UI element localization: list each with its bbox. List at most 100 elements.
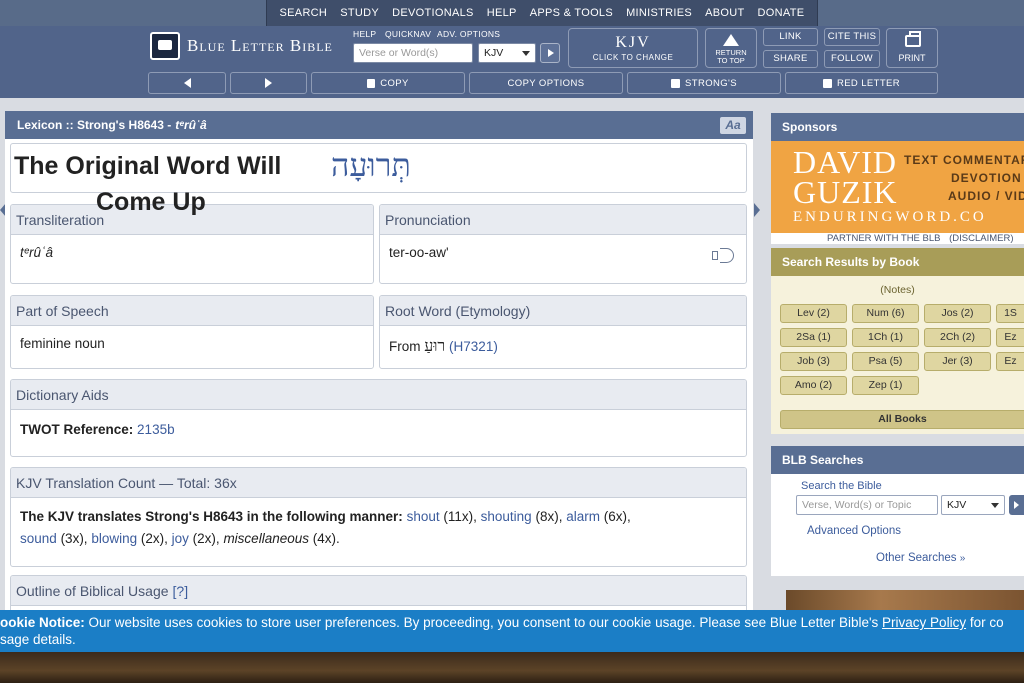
cite-this-button[interactable]: CITE THIS bbox=[824, 28, 880, 46]
kjv-translation-count-box: KJV Translation Count — Total: 36x The K… bbox=[10, 467, 747, 567]
cookie-tail: for co bbox=[966, 615, 1004, 630]
privacy-policy-link[interactable]: Privacy Policy bbox=[882, 615, 966, 630]
bible-search-go-button[interactable] bbox=[1009, 495, 1024, 515]
book-button[interactable]: Jos (2) bbox=[924, 304, 991, 323]
outline-help-link[interactable]: [?] bbox=[173, 583, 189, 599]
nav-search[interactable]: SEARCH bbox=[280, 7, 328, 19]
partner-link[interactable]: PARTNER WITH THE BLB bbox=[827, 233, 941, 244]
sponsor-site: ENDURINGWORD.CO bbox=[793, 209, 987, 225]
nav-devotionals[interactable]: DEVOTIONALS bbox=[392, 7, 474, 19]
root-hebrew: רוּעַ bbox=[424, 336, 446, 355]
verse-search-input[interactable]: Verse or Word(s) bbox=[353, 43, 473, 63]
share-button[interactable]: SHARE bbox=[763, 50, 818, 68]
translation-count: (2x), bbox=[192, 531, 220, 546]
all-books-button[interactable]: All Books bbox=[780, 410, 1024, 429]
speaker-wave bbox=[720, 248, 734, 263]
disclaimer-link[interactable]: (DISCLAIMER) bbox=[949, 233, 1013, 244]
strongs-checkbox[interactable] bbox=[671, 78, 680, 88]
cookie-line-2: sage details. bbox=[0, 632, 76, 647]
copy-options-button[interactable]: COPY OPTIONS bbox=[469, 72, 623, 94]
prev-button[interactable] bbox=[148, 72, 226, 94]
nav-apps-tools[interactable]: APPS & TOOLS bbox=[530, 7, 613, 19]
notes-link[interactable]: (Notes) bbox=[771, 284, 1024, 296]
promo-image[interactable] bbox=[786, 590, 1024, 610]
nav-donate[interactable]: DONATE bbox=[758, 7, 805, 19]
cookie-text: Our website uses cookies to store user p… bbox=[84, 615, 883, 630]
nav-ministries[interactable]: MINISTRIES bbox=[626, 7, 692, 19]
twot-label: TWOT Reference: bbox=[20, 422, 134, 437]
root-word-value: From רוּעַ (H7321) bbox=[380, 326, 746, 366]
root-strongs-link[interactable]: (H7321) bbox=[449, 339, 498, 354]
translation-link-alarm[interactable]: alarm bbox=[566, 509, 600, 524]
part-of-speech-label: Part of Speech bbox=[11, 296, 373, 326]
bible-version-value: KJV bbox=[947, 499, 967, 511]
book-button[interactable]: 1Ch (1) bbox=[852, 328, 919, 347]
search-go-button[interactable] bbox=[540, 43, 560, 63]
book-button[interactable]: Amo (2) bbox=[780, 376, 847, 395]
version-switcher[interactable]: KJV CLICK TO CHANGE bbox=[568, 28, 698, 68]
quicknav-link[interactable]: QUICKNAV bbox=[385, 29, 431, 39]
red-letter-checkbox[interactable] bbox=[822, 78, 832, 88]
hebrew-word: תְּרוּעָה bbox=[331, 146, 411, 184]
nav-help[interactable]: HELP bbox=[487, 7, 517, 19]
version-select[interactable]: KJV bbox=[478, 43, 536, 63]
link-button[interactable]: LINK bbox=[763, 28, 818, 46]
site-logo[interactable]: Blue Letter Bible bbox=[150, 32, 333, 60]
sponsor-banner[interactable]: DAVID GUZIK TEXT COMMENTAR DEVOTION AUDI… bbox=[771, 141, 1024, 233]
kjv-intro: The KJV translates Strong's H8643 in the… bbox=[20, 509, 403, 524]
adv-options-link[interactable]: ADV. OPTIONS bbox=[437, 29, 500, 39]
translation-misc: miscellaneous bbox=[223, 531, 309, 546]
nav-study[interactable]: STUDY bbox=[340, 7, 379, 19]
red-letter-label: RED LETTER bbox=[836, 77, 901, 89]
translation-link-blowing[interactable]: blowing bbox=[91, 531, 137, 546]
twot-link[interactable]: 2135b bbox=[137, 422, 175, 437]
version-hint: CLICK TO CHANGE bbox=[592, 53, 674, 62]
audio-speaker-icon[interactable] bbox=[711, 246, 737, 266]
sponsor-tag-2: DEVOTION bbox=[951, 171, 1022, 185]
return-to-top-button[interactable]: RETURN TO TOP bbox=[705, 28, 757, 68]
bible-search-input[interactable]: Verse, Word(s) or Topic bbox=[796, 495, 938, 515]
speaker-cone bbox=[712, 251, 718, 260]
kjv-translation-text: The KJV translates Strong's H8643 in the… bbox=[11, 498, 746, 560]
book-button[interactable]: Ez bbox=[996, 328, 1024, 347]
print-button[interactable]: PRINT bbox=[886, 28, 938, 68]
book-button[interactable]: 2Ch (2) bbox=[924, 328, 991, 347]
translation-count: (2x), bbox=[140, 531, 168, 546]
translation-link-shouting[interactable]: shouting bbox=[481, 509, 532, 524]
copy-label: COPY bbox=[380, 77, 409, 89]
book-button[interactable]: Ez bbox=[996, 352, 1024, 371]
advanced-options-link[interactable]: Advanced Options bbox=[807, 525, 901, 537]
translation-link-joy[interactable]: joy bbox=[172, 531, 189, 546]
part-of-speech-box: Part of Speech feminine noun bbox=[10, 295, 374, 369]
arrow-right-icon bbox=[265, 78, 272, 88]
nav-about[interactable]: ABOUT bbox=[705, 7, 744, 19]
collapse-right-icon[interactable] bbox=[754, 203, 760, 217]
book-button[interactable]: 1S bbox=[996, 304, 1024, 323]
other-searches-link[interactable]: Other Searches » bbox=[876, 552, 965, 564]
strongs-toggle[interactable]: STRONG'S bbox=[627, 72, 781, 94]
translation-count: (11x), bbox=[443, 509, 477, 524]
sponsor-tag-1: TEXT COMMENTAR bbox=[904, 153, 1024, 167]
next-button[interactable] bbox=[230, 72, 307, 94]
book-button[interactable]: Zep (1) bbox=[852, 376, 919, 395]
book-button[interactable]: Num (6) bbox=[852, 304, 919, 323]
translation-link-sound[interactable]: sound bbox=[20, 531, 57, 546]
follow-button[interactable]: FOLLOW bbox=[824, 50, 880, 68]
outline-usage-header: Outline of Biblical Usage [?] bbox=[11, 576, 746, 606]
part-of-speech-value: feminine noun bbox=[20, 336, 105, 351]
translation-count: (3x), bbox=[60, 531, 88, 546]
red-letter-toggle[interactable]: RED LETTER bbox=[785, 72, 938, 94]
book-button[interactable]: Job (3) bbox=[780, 352, 847, 371]
book-button[interactable]: Psa (5) bbox=[852, 352, 919, 371]
book-button[interactable]: Lev (2) bbox=[780, 304, 847, 323]
top-nav-bar: SEARCH STUDY DEVOTIONALS HELP APPS & TOO… bbox=[266, 0, 818, 26]
translation-link-shout[interactable]: shout bbox=[407, 509, 440, 524]
kjv-translation-count-label: KJV Translation Count — Total: 36x bbox=[11, 468, 746, 498]
lexicon-title: Lexicon :: Strong's H8643 - bbox=[17, 118, 172, 132]
copy-button[interactable]: COPY bbox=[311, 72, 465, 94]
book-button[interactable]: 2Sa (1) bbox=[780, 328, 847, 347]
book-button[interactable]: Jer (3) bbox=[924, 352, 991, 371]
help-link[interactable]: HELP bbox=[353, 29, 376, 39]
bible-version-select[interactable]: KJV bbox=[941, 495, 1005, 515]
font-size-button[interactable]: Aa bbox=[720, 117, 746, 134]
